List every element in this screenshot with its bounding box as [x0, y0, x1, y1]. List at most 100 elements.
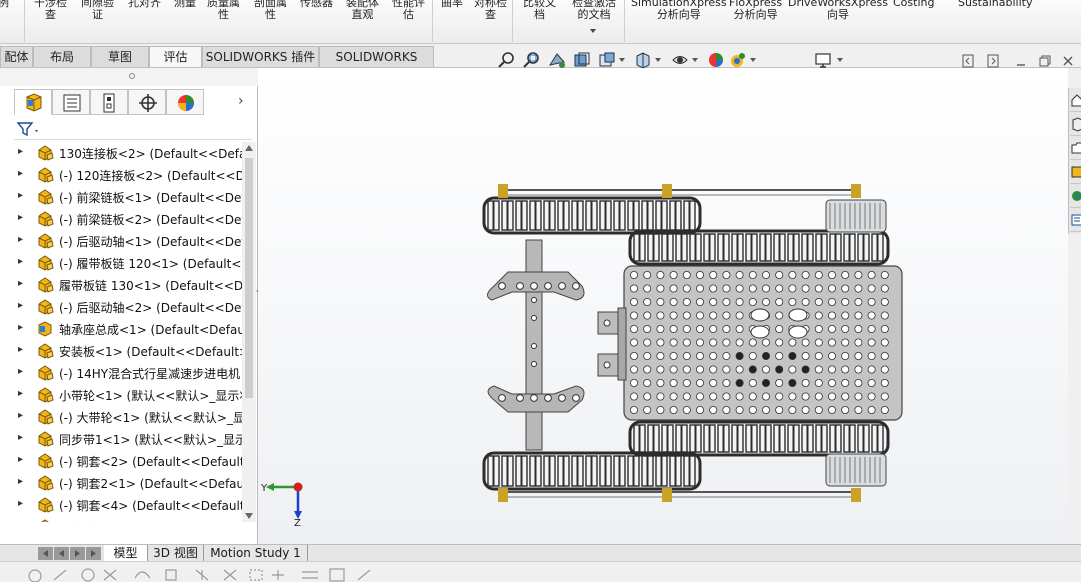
panel-grip[interactable]	[0, 68, 258, 86]
rear-sprocket-lower[interactable]	[825, 453, 887, 487]
expand-arrow-icon[interactable]: ▸	[18, 454, 23, 465]
tree-item[interactable]: ▸ (-) 后驱动轴<1> (Default<<Default>	[14, 230, 242, 252]
section-view-icon[interactable]	[572, 50, 592, 70]
ribbon-button[interactable]: 曲率	[441, 0, 463, 9]
dropdown-arrow-icon[interactable]	[655, 58, 661, 62]
lower-left-track[interactable]	[482, 451, 702, 491]
scroll-thumb[interactable]	[245, 158, 253, 398]
upper-left-track[interactable]	[482, 196, 702, 235]
expand-arrow-icon[interactable]: ▸	[18, 432, 23, 443]
tree-item[interactable]: ▸ (-) 前梁链板<1> (Default<<Default>	[14, 186, 242, 208]
expand-arrow-icon[interactable]: ▸	[18, 366, 23, 377]
dynamic-annotation-icon[interactable]	[597, 50, 617, 70]
close-icon[interactable]	[1062, 54, 1074, 68]
expand-arrow-icon[interactable]: ▸	[18, 212, 23, 223]
tree-item[interactable]: ▸ (-) 铜套<4> (Default<<Default>	[14, 494, 242, 516]
expand-arrow-icon[interactable]: ▸	[18, 344, 23, 355]
zoom-area-icon[interactable]	[522, 50, 542, 70]
dropdown-arrow-icon[interactable]	[750, 58, 756, 62]
ribbon-button[interactable]: 干涉检 查	[34, 0, 67, 21]
tab-property-manager[interactable]	[52, 89, 90, 115]
ribbon-button[interactable]: 比较文 档	[523, 0, 556, 21]
lower-right-track[interactable]	[628, 420, 890, 457]
tree-filter[interactable]	[14, 118, 252, 140]
tab-feature-manager[interactable]	[14, 89, 52, 115]
ribbon-button[interactable]: 测量	[174, 0, 196, 9]
command-tab[interactable]: SOLIDWORKS MBD	[319, 46, 434, 84]
graphics-area[interactable]: Y Z	[258, 68, 1068, 544]
ribbon-button[interactable]: Sustainability	[958, 0, 1032, 9]
bottom-tab[interactable]: 3D 视图	[148, 545, 204, 562]
rear-sprocket-upper[interactable]	[825, 199, 887, 233]
ribbon-button[interactable]: SimulationXpress 分析向导	[631, 0, 727, 21]
tree-vertical-scrollbar[interactable]	[242, 142, 256, 522]
tree-item[interactable]: ▸ (-) 铜套<2> (Default<<Default>	[14, 450, 242, 472]
collapse-right-icon[interactable]	[987, 54, 999, 68]
command-tab[interactable]: 配体	[0, 46, 33, 67]
tree-item[interactable]: ▸ (-) 后驱动轴<2> (Default<<Default>	[14, 296, 242, 318]
home-icon[interactable]	[1070, 90, 1081, 112]
bottom-tab[interactable]: 模型	[104, 545, 148, 562]
command-tab[interactable]: 评估	[149, 46, 202, 67]
chassis-plate[interactable]	[623, 265, 903, 421]
edit-appearance-icon[interactable]	[728, 50, 748, 70]
restore-icon[interactable]	[1038, 54, 1052, 68]
expand-arrow-icon[interactable]: ▸	[18, 388, 23, 399]
dropdown-arrow-icon[interactable]	[692, 58, 698, 62]
previous-view-icon[interactable]	[547, 50, 567, 70]
tree-item[interactable]: ▸ (-) 铜套<5> (Default<<Default>	[14, 516, 242, 522]
chevron-right-icon[interactable]: ›	[238, 93, 244, 109]
ribbon-button[interactable]: 孔对齐	[128, 0, 161, 9]
ribbon-button[interactable]: 装配体 直观	[346, 0, 379, 21]
scroll-down-icon[interactable]	[245, 513, 253, 519]
tree-item[interactable]: ▸ 轴承座总成<1> (Default<Default>	[14, 318, 242, 340]
collapse-left-icon[interactable]	[962, 54, 974, 68]
tree-item[interactable]: ▸ 同步带1<1> (默认<<默认>_显示	[14, 428, 242, 450]
ribbon-button[interactable]: 间隙验 证	[81, 0, 114, 21]
expand-arrow-icon[interactable]: ▸	[18, 300, 23, 311]
expand-arrow-icon[interactable]: ▸	[18, 256, 23, 267]
ribbon-button[interactable]: 质量属 性	[207, 0, 240, 21]
expand-arrow-icon[interactable]: ▸	[18, 476, 23, 487]
design-library-icon[interactable]	[1070, 114, 1081, 136]
hide-show-items-icon[interactable]	[706, 50, 726, 70]
file-explorer-icon[interactable]	[1070, 138, 1081, 160]
dropdown-arrow-icon[interactable]	[590, 29, 596, 33]
expand-arrow-icon[interactable]: ▸	[18, 322, 23, 333]
expand-arrow-icon[interactable]: ▸	[18, 146, 23, 157]
ribbon-button[interactable]: FloXpress 分析向导	[729, 0, 782, 21]
ribbon-button[interactable]: 对称检 查	[474, 0, 507, 21]
expand-arrow-icon[interactable]: ▸	[18, 278, 23, 289]
tree-item[interactable]: ▸ 安装板<1> (Default<<Default>_	[14, 340, 242, 362]
scroll-up-icon[interactable]	[245, 145, 253, 151]
tree-item[interactable]: ▸ (-) 铜套2<1> (Default<<Default>	[14, 472, 242, 494]
tree-item[interactable]: ▸ 履带板链 130<1> (Default<<Default>	[14, 274, 242, 296]
command-tab[interactable]: 布局	[33, 46, 91, 67]
tree-item[interactable]: ▸ (-) 14HY混合式行星减速步进电机	[14, 362, 242, 384]
ribbon-button[interactable]: 传感器	[300, 0, 333, 9]
ribbon-button[interactable]: Costing	[893, 0, 934, 9]
view-palette-icon[interactable]	[1070, 162, 1081, 184]
assembly-model[interactable]: Y Z	[258, 68, 1068, 544]
expand-arrow-icon[interactable]: ▸	[18, 410, 23, 421]
expand-arrow-icon[interactable]: ▸	[18, 168, 23, 179]
tree-item[interactable]: ▸ (-) 120连接板<2> (Default<<Default>	[14, 164, 242, 186]
zoom-to-fit-icon[interactable]	[497, 50, 517, 70]
upper-right-track[interactable]	[628, 229, 890, 266]
expand-arrow-icon[interactable]: ▸	[18, 190, 23, 201]
command-tab[interactable]: SOLIDWORKS 插件	[202, 46, 319, 67]
filter-icon[interactable]	[16, 121, 40, 137]
tab-scroll-buttons[interactable]	[38, 547, 102, 560]
ribbon-button[interactable]: DriveWorksXpress 向导	[788, 0, 888, 21]
minimize-icon[interactable]	[1015, 58, 1027, 68]
expand-arrow-icon[interactable]: ▸	[18, 498, 23, 509]
ribbon-button[interactable]: 检查激活 的文档	[572, 0, 616, 21]
expand-arrow-icon[interactable]: ▸	[18, 234, 23, 245]
view-orientation-icon[interactable]	[633, 50, 653, 70]
dropdown-arrow-icon[interactable]	[619, 58, 625, 62]
tree-item[interactable]: ▸ (-) 前梁链板<2> (Default<<Default>	[14, 208, 242, 230]
tab-dimxpert-manager[interactable]	[128, 89, 166, 115]
tree-item[interactable]: ▸ 小带轮<1> (默认<<默认>_显示状	[14, 384, 242, 406]
dropdown-arrow-icon[interactable]	[837, 58, 843, 62]
bottom-tab[interactable]: Motion Study 1	[204, 545, 308, 562]
